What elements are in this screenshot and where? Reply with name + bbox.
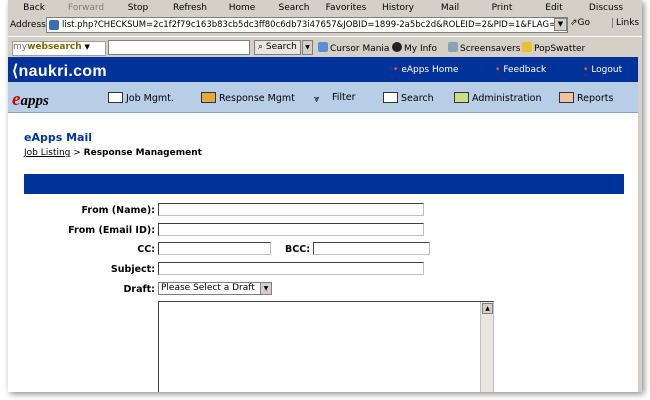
history-button[interactable]: History: [372, 3, 424, 13]
feedback-link[interactable]: Feedback: [495, 65, 546, 75]
menu-administration-label: Administration: [472, 93, 542, 104]
popswatter-item[interactable]: PopSwatter: [522, 42, 585, 54]
menu-reports-label: Reports: [577, 93, 614, 104]
magnifier-icon: ⌕: [258, 42, 264, 52]
forward-button[interactable]: Forward: [60, 3, 112, 13]
bcc-input[interactable]: [313, 242, 430, 255]
go-arrow-icon: ⇗: [570, 18, 578, 28]
menu-job-mgmt-label: Job Mgmt.: [126, 93, 174, 104]
websearch-dropdown-icon[interactable]: ▼: [302, 40, 313, 55]
links-button[interactable]: Links: [612, 18, 639, 28]
stop-button[interactable]: Stop: [112, 3, 164, 13]
bcc-label: BCC:: [285, 244, 310, 255]
eapps-home-link[interactable]: eApps Home: [393, 65, 458, 75]
go-label: Go: [577, 18, 591, 28]
main-menu: eapps Job Mgmt. Response Mgmt ⩔ Filter Se…: [8, 82, 638, 113]
popswatter-label: PopSwatter: [534, 44, 586, 54]
draft-selected-value: Please Select a Draft: [161, 283, 255, 293]
cc-input[interactable]: [158, 242, 271, 255]
draft-label: Draft:: [123, 284, 155, 295]
site-header: ⟨naukri.com eApps Home Feedback Logout: [8, 57, 638, 82]
discuss-button[interactable]: Discuss: [580, 3, 632, 13]
address-dropdown-icon[interactable]: ▼: [554, 18, 567, 31]
print-button[interactable]: Print: [476, 3, 528, 13]
browser-toolbar: Back Forward Stop Refresh Home Search Fa…: [8, 1, 642, 14]
cursor-mania-label: Cursor Mania: [330, 44, 390, 54]
cursor-mania-item[interactable]: Cursor Mania: [318, 42, 389, 54]
screensavers-item[interactable]: Screensavers: [448, 42, 520, 54]
subject-label: Subject:: [110, 264, 155, 275]
address-value: list.php?CHECKSUM=2c1f2f79c163b83cb5dc3f…: [62, 20, 568, 30]
search-toolbar: mywebsearch ▼ ⌕ Search ▼ Cursor Mania My…: [8, 36, 642, 57]
screensavers-label: Screensavers: [460, 44, 521, 54]
from-email-input[interactable]: [158, 223, 424, 236]
menu-filter-label: Filter: [332, 92, 356, 103]
menu-search[interactable]: Search: [383, 92, 434, 104]
brand-main: websearch: [27, 42, 82, 52]
textarea-scrollbar[interactable]: ▲: [480, 302, 493, 392]
mail-button[interactable]: Mail: [424, 3, 476, 13]
menu-filter[interactable]: ⩔ Filter: [314, 92, 356, 105]
logout-link[interactable]: Logout: [583, 65, 622, 75]
cc-label: CC:: [137, 244, 155, 255]
websearch-button-label: Search: [265, 42, 297, 52]
websearch-brand[interactable]: mywebsearch ▼: [12, 41, 106, 56]
brand-prefix: my: [13, 42, 28, 52]
edit-button[interactable]: Edit: [528, 3, 580, 13]
menu-administration[interactable]: Administration: [454, 92, 542, 104]
from-name-input[interactable]: [158, 203, 424, 216]
chevron-down-icon: ▼: [260, 283, 271, 294]
search-doc-icon: [383, 92, 398, 103]
menu-response-mgmt[interactable]: Response Mgmt: [201, 92, 295, 104]
message-body-textarea[interactable]: ▲: [158, 301, 494, 392]
naukri-logo[interactable]: ⟨naukri.com: [12, 61, 107, 81]
scroll-up-icon[interactable]: ▲: [482, 303, 493, 314]
eapps-logo[interactable]: eapps: [12, 89, 49, 111]
cursor-icon: [318, 42, 328, 52]
my-info-item[interactable]: My Info: [392, 42, 437, 54]
breadcrumb: Job Listing > Response Management: [24, 148, 202, 158]
browser-window: Back Forward Stop Refresh Home Search Fa…: [8, 0, 642, 392]
info-icon: [392, 42, 402, 52]
favorites-button[interactable]: Favorites: [320, 3, 372, 13]
brand-dropdown-icon: ▼: [84, 43, 90, 51]
search-button[interactable]: Search: [268, 3, 320, 13]
subject-input[interactable]: [158, 262, 424, 275]
home-button[interactable]: Home: [216, 3, 268, 13]
go-button[interactable]: ⇗Go: [570, 18, 590, 28]
breadcrumb-separator: >: [70, 148, 84, 158]
address-bar: Address list.php?CHECKSUM=2c1f2f79c163b8…: [8, 16, 642, 34]
page-icon: [49, 19, 59, 30]
back-button[interactable]: Back: [8, 3, 60, 13]
folder-icon: [201, 92, 216, 103]
filter-icon: ⩔: [314, 94, 320, 105]
menu-response-mgmt-label: Response Mgmt: [219, 93, 295, 104]
menu-reports[interactable]: Reports: [559, 92, 613, 104]
section-header-bar: [24, 174, 624, 194]
my-info-label: My Info: [404, 44, 437, 54]
keyboard-icon: [108, 92, 123, 103]
web-page: ⟨naukri.com eApps Home Feedback Logout e…: [8, 57, 642, 392]
page-right-edge: [638, 57, 642, 392]
refresh-button[interactable]: Refresh: [164, 3, 216, 13]
from-name-label: From (Name):: [81, 205, 156, 216]
menu-search-label: Search: [401, 93, 434, 104]
address-input[interactable]: list.php?CHECKSUM=2c1f2f79c163b83cb5dc3f…: [46, 17, 568, 33]
chart-icon: [559, 92, 574, 103]
eapps-logo-text: apps: [20, 93, 49, 109]
from-email-label: From (Email ID):: [68, 225, 155, 236]
monitor-icon: [448, 42, 458, 52]
draft-select[interactable]: Please Select a Draft ▼: [158, 282, 272, 295]
page-title: eApps Mail: [24, 131, 93, 144]
swatter-icon: [522, 42, 532, 52]
menu-job-mgmt[interactable]: Job Mgmt.: [108, 92, 174, 104]
websearch-input[interactable]: [108, 40, 250, 55]
websearch-button[interactable]: ⌕ Search: [254, 40, 301, 55]
logo-text: naukri.com: [18, 63, 107, 80]
pencil-icon: [454, 92, 469, 103]
breadcrumb-current: Response Management: [83, 148, 202, 158]
address-label: Address: [10, 20, 46, 30]
breadcrumb-job-listing[interactable]: Job Listing: [24, 148, 70, 158]
